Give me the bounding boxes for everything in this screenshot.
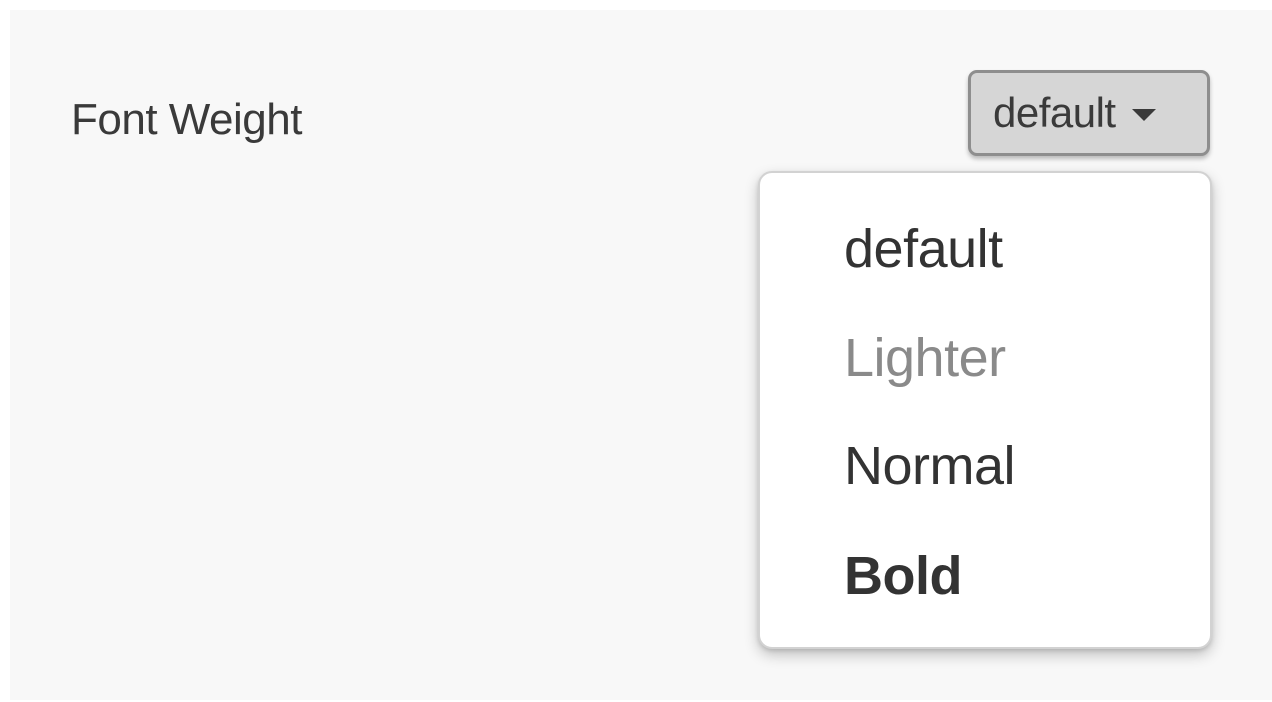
settings-panel: Font Weight default default Lighter Norm…	[10, 10, 1272, 700]
font-weight-select[interactable]: default	[968, 70, 1210, 156]
caret-down-icon	[1131, 109, 1156, 121]
option-default[interactable]: default	[844, 217, 1003, 281]
option-normal[interactable]: Normal	[844, 434, 1016, 498]
font-weight-dropdown-menu: default Lighter Normal Bold	[758, 171, 1212, 649]
option-lighter[interactable]: Lighter	[844, 326, 1006, 390]
select-current-value: default	[993, 89, 1116, 136]
font-weight-label: Font Weight	[71, 95, 302, 144]
option-bold[interactable]: Bold	[844, 544, 962, 608]
